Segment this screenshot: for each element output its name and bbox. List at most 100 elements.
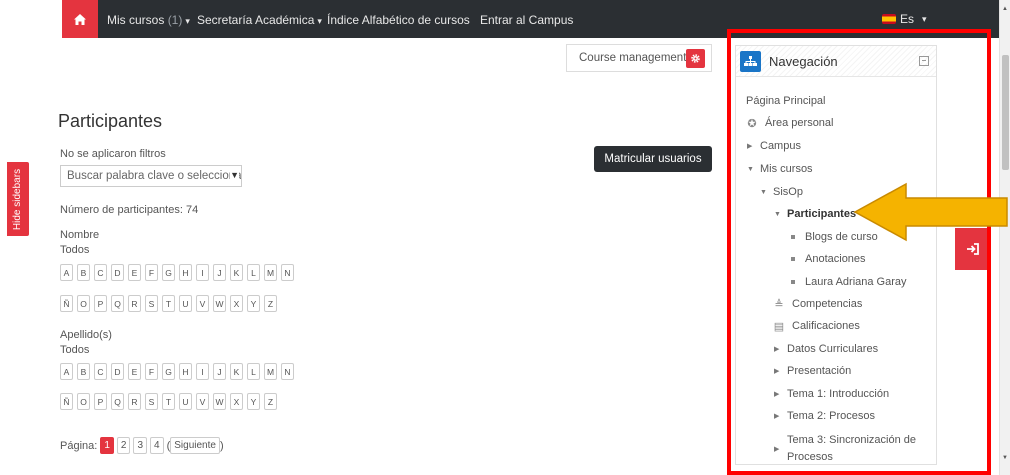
scroll-up-arrow-icon[interactable]: ▲ <box>1002 6 1008 12</box>
last-name-letter-ñ[interactable]: Ñ <box>60 393 73 410</box>
first-name-letter-o[interactable]: O <box>77 295 90 312</box>
first-name-all-link[interactable]: Todos <box>60 244 89 256</box>
nav-item-presentacion[interactable]: ▶ Presentación <box>774 365 851 378</box>
nav-item-tema1[interactable]: ▶ Tema 1: Introducción <box>774 388 889 401</box>
nav-item-campus[interactable]: ▶ Campus <box>747 140 801 153</box>
first-name-letter-c[interactable]: C <box>94 264 107 281</box>
last-name-all-link[interactable]: Todos <box>60 344 89 356</box>
nav-entrar-campus[interactable]: Entrar al Campus <box>480 13 573 27</box>
nav-item-label: Tema 1: Introducción <box>787 388 890 400</box>
nav-item-pagina-principal[interactable]: Página Principal <box>746 95 826 107</box>
page-title: Participantes <box>58 111 163 131</box>
nav-item-mis-cursos[interactable]: ▼ Mis cursos <box>747 163 813 176</box>
nav-item-label: Página Principal <box>746 95 826 107</box>
first-name-letter-w[interactable]: W <box>213 295 226 312</box>
last-name-letter-l[interactable]: L <box>247 363 260 380</box>
last-name-letter-p[interactable]: P <box>94 393 107 410</box>
last-name-letter-v[interactable]: V <box>196 393 209 410</box>
enrol-users-button[interactable]: Matricular usuarios <box>594 146 712 172</box>
first-name-letter-q[interactable]: Q <box>111 295 124 312</box>
first-name-letter-y[interactable]: Y <box>247 295 260 312</box>
first-name-letter-z[interactable]: Z <box>264 295 277 312</box>
first-name-letter-a[interactable]: A <box>60 264 73 281</box>
last-name-letter-d[interactable]: D <box>111 363 124 380</box>
page-1-button[interactable]: 1 <box>100 437 114 454</box>
language-selector[interactable]: Es ▾ <box>882 12 927 26</box>
course-management-button[interactable]: Course management <box>566 44 712 72</box>
last-name-letter-t[interactable]: T <box>162 393 175 410</box>
nav-item-tema2[interactable]: ▶ Tema 2: Procesos <box>774 410 875 423</box>
first-name-letter-x[interactable]: X <box>230 295 243 312</box>
first-name-letter-g[interactable]: G <box>162 264 175 281</box>
last-name-letter-u[interactable]: U <box>179 393 192 410</box>
last-name-letter-g[interactable]: G <box>162 363 175 380</box>
first-name-letter-p[interactable]: P <box>94 295 107 312</box>
first-name-letter-b[interactable]: B <box>77 264 90 281</box>
nav-item-anotaciones[interactable]: Anotaciones <box>789 253 866 265</box>
chevron-down-icon: ▾ <box>922 13 927 24</box>
last-name-letter-q[interactable]: Q <box>111 393 124 410</box>
last-name-letter-f[interactable]: F <box>145 363 158 380</box>
last-name-letter-r[interactable]: R <box>128 393 141 410</box>
first-name-letter-m[interactable]: M <box>264 264 277 281</box>
nav-mis-cursos[interactable]: Mis cursos (1) ▾ <box>107 13 190 27</box>
nav-item-datos-curriculares[interactable]: ▶ Datos Curriculares <box>774 343 878 356</box>
first-name-letter-i[interactable]: I <box>196 264 209 281</box>
home-button[interactable] <box>62 0 98 38</box>
last-name-letter-i[interactable]: I <box>196 363 209 380</box>
first-name-letter-h[interactable]: H <box>179 264 192 281</box>
scroll-thumb[interactable] <box>1002 55 1009 170</box>
scroll-down-arrow-icon[interactable]: ▼ <box>1002 455 1008 461</box>
hide-sidebars-button[interactable]: Hide sidebars <box>7 162 29 236</box>
last-name-letter-y[interactable]: Y <box>247 393 260 410</box>
nav-secretaria[interactable]: Secretaría Académica ▾ <box>197 13 322 27</box>
first-name-letter-j[interactable]: J <box>213 264 226 281</box>
first-name-letter-k[interactable]: K <box>230 264 243 281</box>
last-name-letter-h[interactable]: H <box>179 363 192 380</box>
nav-item-calificaciones[interactable]: ▤ Calificaciones <box>773 320 860 333</box>
collapse-block-icon[interactable] <box>919 56 929 66</box>
first-name-letter-ñ[interactable]: Ñ <box>60 295 73 312</box>
last-name-letter-a[interactable]: A <box>60 363 73 380</box>
search-filter-input[interactable]: Buscar palabra clave o seleccionar filtr… <box>60 165 242 187</box>
first-name-letter-v[interactable]: V <box>196 295 209 312</box>
first-name-letter-f[interactable]: F <box>145 264 158 281</box>
last-name-letter-x[interactable]: X <box>230 393 243 410</box>
next-page-button[interactable]: Siguiente <box>170 437 220 454</box>
last-name-letter-n[interactable]: N <box>281 363 294 380</box>
last-name-letter-e[interactable]: E <box>128 363 141 380</box>
last-name-letter-s[interactable]: S <box>145 393 158 410</box>
nav-item-user[interactable]: Laura Adriana Garay <box>789 276 907 288</box>
first-name-letter-t[interactable]: T <box>162 295 175 312</box>
last-name-letter-k[interactable]: K <box>230 363 243 380</box>
page-2-button[interactable]: 2 <box>116 437 131 454</box>
page-4-button[interactable]: 4 <box>150 437 164 454</box>
last-name-letter-b[interactable]: B <box>77 363 90 380</box>
first-name-letter-s[interactable]: S <box>145 295 158 312</box>
gear-button[interactable] <box>686 49 705 68</box>
first-name-label: Nombre <box>60 229 100 241</box>
first-name-letter-e[interactable]: E <box>128 264 141 281</box>
first-name-letter-l[interactable]: L <box>247 264 260 281</box>
nav-item-area-personal[interactable]: ✪ Área personal <box>746 117 833 130</box>
nav-item-label: Mis cursos <box>760 163 813 175</box>
nav-item-competencias[interactable]: ≜ Competencias <box>773 298 862 311</box>
last-name-letter-c[interactable]: C <box>94 363 107 380</box>
last-name-letter-m[interactable]: M <box>264 363 277 380</box>
last-name-letter-o[interactable]: O <box>77 393 90 410</box>
last-name-letter-z[interactable]: Z <box>264 393 277 410</box>
first-name-letter-u[interactable]: U <box>179 295 192 312</box>
last-name-letter-j[interactable]: J <box>213 363 226 380</box>
dropdown-arrow-icon[interactable]: ▼ <box>230 170 239 180</box>
nav-item-tema3[interactable]: ▶ Tema 3: Sincronización de Procesos <box>774 432 922 464</box>
pagination-label: Página: <box>60 439 98 452</box>
last-name-letter-w[interactable]: W <box>213 393 226 410</box>
page-3-button[interactable]: 3 <box>133 437 147 454</box>
nav-indice[interactable]: Índice Alfabético de cursos <box>327 13 470 27</box>
first-name-letter-n[interactable]: N <box>281 264 294 281</box>
first-name-letter-r[interactable]: R <box>128 295 141 312</box>
last-name-label: Apellido(s) <box>60 329 112 341</box>
nav-item-participantes[interactable]: ▼ Participantes <box>774 208 856 221</box>
nav-item-sisop[interactable]: ▼ SisOp <box>760 186 803 199</box>
first-name-letter-d[interactable]: D <box>111 264 124 281</box>
